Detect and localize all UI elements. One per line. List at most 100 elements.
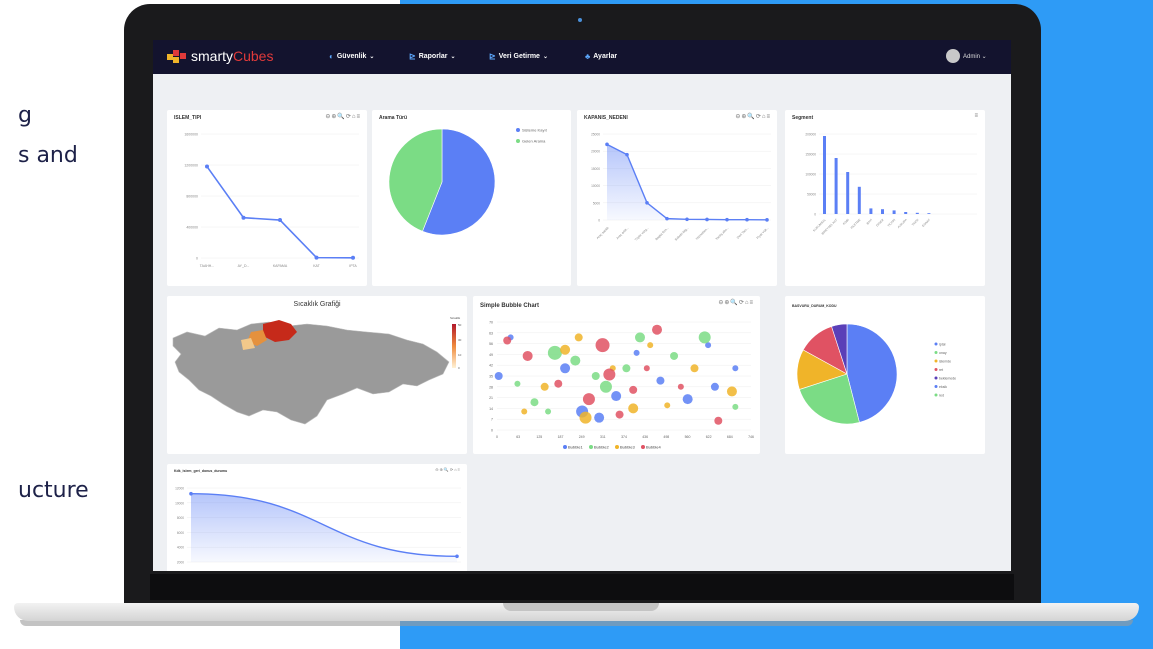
app-logo[interactable]: smartyCubes [167,48,273,64]
x-tick-label: Sebebi bilg... [674,226,690,242]
side-text-2: s and [18,143,78,168]
bubble [560,344,571,355]
data-point [189,491,193,496]
nav-guvenlik[interactable]: ◐ Güvenlik ⌄ [329,52,374,61]
side-text-1: g [18,103,32,128]
y-tick-label: 400000 [186,226,198,230]
data-point [314,255,319,260]
x-tick-label: TAKSI [911,218,920,227]
bubble [615,410,624,419]
y-tick-label: 6000 [177,531,184,535]
bubble [530,398,539,407]
bubble [647,342,654,349]
bubble [656,376,665,385]
data-point [278,218,282,223]
app-screen: smartyCubes ◐ Güvenlik ⌄ ⊵ Raporlar ⌄ ⊵ Veri … [153,40,1011,571]
bubble [732,365,739,372]
x-tick-label: 622 [706,435,712,439]
card-sicaklik: Sıcaklık Grafiği Sicaklik 50 30 10 0 [167,296,467,454]
legend-dot [934,376,938,380]
bubble [503,336,512,345]
x-tick-label: DIGER [875,217,885,227]
data-point [455,554,459,559]
heat-legend-tick: 30 [458,338,462,342]
legend-dot [934,393,938,397]
legend-dot [934,351,938,354]
nav-ayarlar[interactable]: ♣ Ayarlar [585,52,617,61]
legend-label: Sisteme Kayıt [522,128,548,133]
bubble [652,324,663,335]
legend-label: Bubble1 [568,445,583,450]
y-tick-label: 7 [491,418,493,422]
x-tick-label: 560 [685,435,691,439]
cubes-logo-icon [167,50,186,63]
x-tick-label: AVRUPA [897,218,908,229]
y-tick-label: 20000 [591,150,600,154]
bubble [540,382,549,391]
legend-dot [563,445,567,449]
bar [892,210,896,214]
nav-raporlar[interactable]: ⊵ Raporlar ⌄ [409,52,456,61]
y-tick-label: 35 [489,375,493,379]
legend-dot [934,359,938,363]
x-tick-label: KAPAMA [273,264,288,268]
avatar[interactable] [946,49,960,63]
legend-label: beklemede [939,376,956,380]
x-tick-label: 684 [727,435,733,439]
bubble [494,372,503,380]
bubble [664,402,671,409]
legend-dot [516,128,520,132]
user-menu[interactable]: Admin ⌄ [963,53,987,60]
heat-legend-bar [452,324,456,368]
card-segment: Segment ≡ 200000 150000 100000 50000 0 KURUMS… [785,110,985,286]
bubble [594,412,605,423]
bar [834,158,838,214]
y-tick-label: 56 [489,342,493,346]
nav-veri-getirme[interactable]: ⊵ Veri Getirme ⌄ [489,52,548,61]
heat-legend-tick: 10 [458,353,462,357]
area-fill [607,144,767,220]
x-tick-label: 436 [642,435,648,439]
x-tick-label: IPTA [349,264,357,268]
data-point [605,142,609,147]
y-tick-label: 70 [489,321,493,325]
kapanis-area-chart: 25000 20000 15000 10000 5000 0 Araç satıldı Ara… [591,133,771,242]
data-point [205,164,209,169]
bubble [603,368,616,381]
y-tick-label: 42 [489,364,493,368]
bubble [628,403,639,414]
x-tick-label: AY_D... [238,264,250,268]
turkey-map-shape [172,321,450,425]
x-tick-label: TAAHH... [200,264,215,268]
laptop-notch [503,603,659,611]
bubble [698,331,711,344]
x-tick-label: Tüpte vazg... [634,226,650,242]
x-tick-label: 311 [600,435,606,439]
bubble [521,408,528,415]
x-tick-label: Araç satıldı [596,226,610,240]
y-tick-label: 10000 [591,184,600,188]
segment-bar-chart: 200000150000100000500000KURUMSALBIREYSEL… [805,133,977,236]
data-point [351,255,355,260]
y-tick-label: 0 [196,257,198,261]
series-line [206,166,354,259]
bubble [547,345,562,360]
bubble [582,393,595,406]
card-islem-tipi: ISLEM_TIPI ⊖⊕🔍⟳⌂≡ 1600000 1200000 800000 40… [167,110,367,286]
legend-dot [615,445,619,449]
bar [915,212,919,214]
bubble [690,364,699,373]
y-tick-label: 1200000 [184,164,198,168]
bar [869,208,873,214]
y-tick-label: 21 [489,396,493,400]
bubble [732,403,739,410]
y-tick-label: 50000 [807,193,816,197]
data-point [705,217,709,222]
legend-label: red [939,393,944,397]
bar [857,186,861,214]
bubble [611,391,622,402]
bubble [599,380,612,393]
x-tick-label: 249 [579,435,585,439]
bubble [574,333,583,342]
bubble [622,364,631,373]
